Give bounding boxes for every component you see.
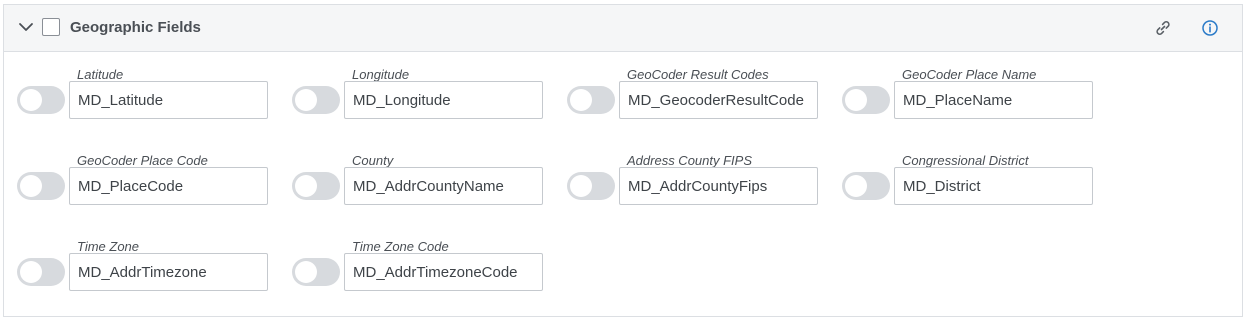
field-toggle[interactable] [17, 86, 65, 114]
field-toggle[interactable] [842, 172, 890, 200]
field-input[interactable] [619, 167, 818, 205]
field-toggle[interactable] [842, 86, 890, 114]
field-address-county-fips: Address County FIPS [567, 153, 827, 223]
link-icon[interactable] [1154, 19, 1172, 37]
geographic-fields-panel: Geographic Fields Latitude Longitude Geo… [3, 4, 1243, 317]
field-time-zone-code: Time Zone Code [292, 239, 552, 309]
toggle-knob [845, 175, 867, 197]
field-toggle[interactable] [567, 86, 615, 114]
field-geocoder-place-code: GeoCoder Place Code [17, 153, 277, 223]
field-input[interactable] [344, 167, 543, 205]
field-latitude: Latitude [17, 67, 277, 137]
chevron-down-icon[interactable] [18, 19, 34, 35]
toggle-knob [20, 261, 42, 283]
field-time-zone: Time Zone [17, 239, 277, 309]
toggle-knob [295, 175, 317, 197]
toggle-knob [295, 261, 317, 283]
field-input[interactable] [894, 81, 1093, 119]
panel-header: Geographic Fields [4, 5, 1242, 52]
toggle-knob [20, 175, 42, 197]
field-congressional-district: Congressional District [842, 153, 1102, 223]
field-input[interactable] [69, 81, 268, 119]
field-input[interactable] [344, 253, 543, 291]
field-geocoder-result-codes: GeoCoder Result Codes [567, 67, 827, 137]
info-icon[interactable] [1201, 19, 1219, 37]
field-input[interactable] [69, 167, 268, 205]
toggle-knob [570, 175, 592, 197]
toggle-knob [570, 89, 592, 111]
field-longitude: Longitude [292, 67, 552, 137]
field-toggle[interactable] [292, 86, 340, 114]
toggle-knob [20, 89, 42, 111]
field-toggle[interactable] [567, 172, 615, 200]
toggle-knob [295, 89, 317, 111]
field-input[interactable] [344, 81, 543, 119]
field-input[interactable] [69, 253, 268, 291]
toggle-knob [845, 89, 867, 111]
field-county: County [292, 153, 552, 223]
field-toggle[interactable] [17, 172, 65, 200]
field-toggle[interactable] [17, 258, 65, 286]
field-input[interactable] [619, 81, 818, 119]
section-title: Geographic Fields [70, 19, 201, 36]
field-geocoder-place-name: GeoCoder Place Name [842, 67, 1102, 137]
section-select-checkbox[interactable] [42, 18, 60, 36]
field-toggle[interactable] [292, 172, 340, 200]
field-toggle[interactable] [292, 258, 340, 286]
field-input[interactable] [894, 167, 1093, 205]
